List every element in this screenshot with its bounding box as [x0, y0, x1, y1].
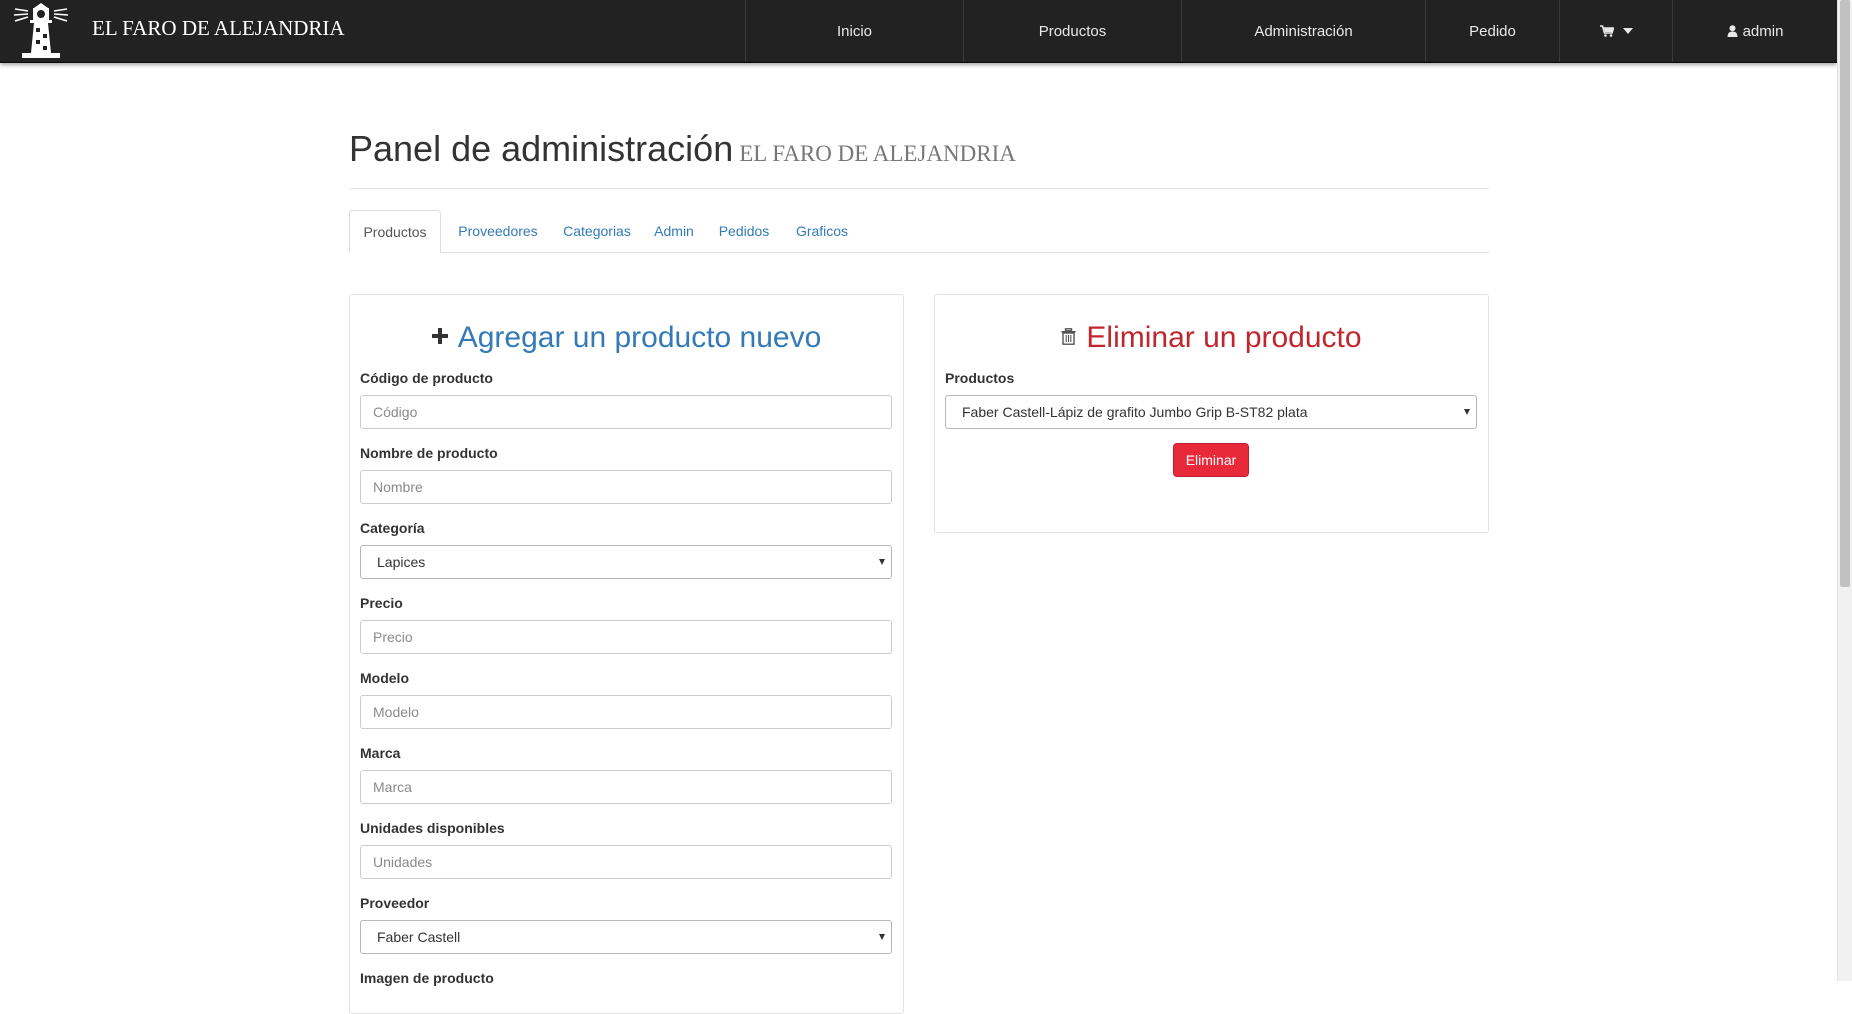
- select-arrow-icon: [879, 559, 885, 565]
- categoria-select[interactable]: Lapices: [360, 545, 892, 579]
- precio-label: Precio: [360, 595, 403, 611]
- admin-tabs: Productos Proveedores Categorias Admin P…: [349, 210, 1489, 253]
- precio-input[interactable]: [360, 620, 892, 654]
- delete-product-title: Eliminar un producto: [1086, 321, 1362, 354]
- tab-label: Proveedores: [458, 223, 538, 239]
- tab-admin[interactable]: Admin: [649, 210, 699, 252]
- modelo-label: Modelo: [360, 670, 409, 686]
- marca-label: Marca: [360, 745, 401, 761]
- nav-item-user[interactable]: admin: [1672, 0, 1837, 62]
- categoria-value: Lapices: [377, 554, 426, 570]
- brand[interactable]: EL FARO DE ALEJANDRIA: [10, 0, 345, 62]
- delete-product-heading: Eliminar un producto: [935, 321, 1488, 355]
- add-product-heading: Agregar un producto nuevo: [350, 321, 903, 355]
- add-product-title: Agregar un producto nuevo: [457, 321, 822, 354]
- nav-item-inicio[interactable]: Inicio: [745, 0, 963, 62]
- productos-value: Faber Castell-Lápiz de grafito Jumbo Gri…: [962, 404, 1308, 420]
- tab-categorias[interactable]: Categorias: [556, 210, 638, 252]
- nav-label: Administración: [1254, 22, 1353, 40]
- tab-pedidos[interactable]: Pedidos: [712, 210, 776, 252]
- user-icon: [1727, 25, 1738, 37]
- codigo-label: Código de producto: [360, 370, 493, 386]
- nav-item-cart-dropdown[interactable]: [1559, 0, 1672, 62]
- nav-label: admin: [1742, 22, 1784, 40]
- divider: [349, 188, 1489, 189]
- chevron-down-icon: [1622, 28, 1633, 34]
- page-title: Panel de administración EL FARO DE ALEJAN…: [349, 128, 1016, 170]
- nombre-label: Nombre de producto: [360, 445, 498, 461]
- categoria-label: Categoría: [360, 520, 425, 536]
- imagen-label: Imagen de producto: [360, 970, 494, 986]
- page-subtitle: EL FARO DE ALEJANDRIA: [739, 141, 1016, 166]
- nav-item-pedido[interactable]: Pedido: [1425, 0, 1559, 62]
- tab-label: Productos: [363, 224, 427, 240]
- nav-label: Inicio: [836, 22, 873, 40]
- nav-item-administracion[interactable]: Administración: [1181, 0, 1425, 62]
- nav-item-productos[interactable]: Productos: [963, 0, 1181, 62]
- lighthouse-logo-icon: [13, 3, 69, 58]
- nav-label: Pedido: [1469, 22, 1516, 40]
- proveedor-label: Proveedor: [360, 895, 430, 911]
- page-title-text: Panel de administración: [349, 128, 734, 169]
- tab-label: Admin: [654, 223, 694, 239]
- shopping-cart-icon: [1599, 25, 1614, 37]
- tab-label: Pedidos: [718, 223, 770, 239]
- productos-label: Productos: [945, 370, 1015, 386]
- tab-label: Graficos: [795, 223, 849, 239]
- nav-label: Productos: [1038, 22, 1107, 40]
- tab-proveedores[interactable]: Proveedores: [450, 210, 546, 252]
- tab-graficos[interactable]: Graficos: [790, 210, 854, 252]
- eliminar-button[interactable]: Eliminar: [1173, 443, 1249, 477]
- nombre-input[interactable]: [360, 470, 892, 504]
- trash-icon: [1061, 327, 1076, 345]
- top-navbar: EL FARO DE ALEJANDRIA Inicio Productos A…: [0, 0, 1837, 63]
- brand-name: EL FARO DE ALEJANDRIA: [92, 15, 345, 40]
- unidades-input[interactable]: [360, 845, 892, 879]
- select-arrow-icon: [879, 934, 885, 940]
- select-arrow-icon: [1464, 409, 1470, 415]
- proveedor-select[interactable]: Faber Castell: [360, 920, 892, 954]
- codigo-input[interactable]: [360, 395, 892, 429]
- marca-input[interactable]: [360, 770, 892, 804]
- tab-label: Categorias: [563, 223, 631, 239]
- unidades-label: Unidades disponibles: [360, 820, 505, 836]
- productos-select[interactable]: Faber Castell-Lápiz de grafito Jumbo Gri…: [945, 395, 1477, 429]
- add-product-panel: Agregar un producto nuevo Código de prod…: [349, 294, 904, 1014]
- proveedor-value: Faber Castell: [377, 929, 461, 945]
- plus-icon: [431, 328, 448, 345]
- delete-product-panel: Eliminar un producto Productos Faber Cas…: [934, 294, 1489, 533]
- scrollbar-thumb[interactable]: [1840, 0, 1850, 587]
- tab-productos[interactable]: Productos: [349, 210, 441, 253]
- modelo-input[interactable]: [360, 695, 892, 729]
